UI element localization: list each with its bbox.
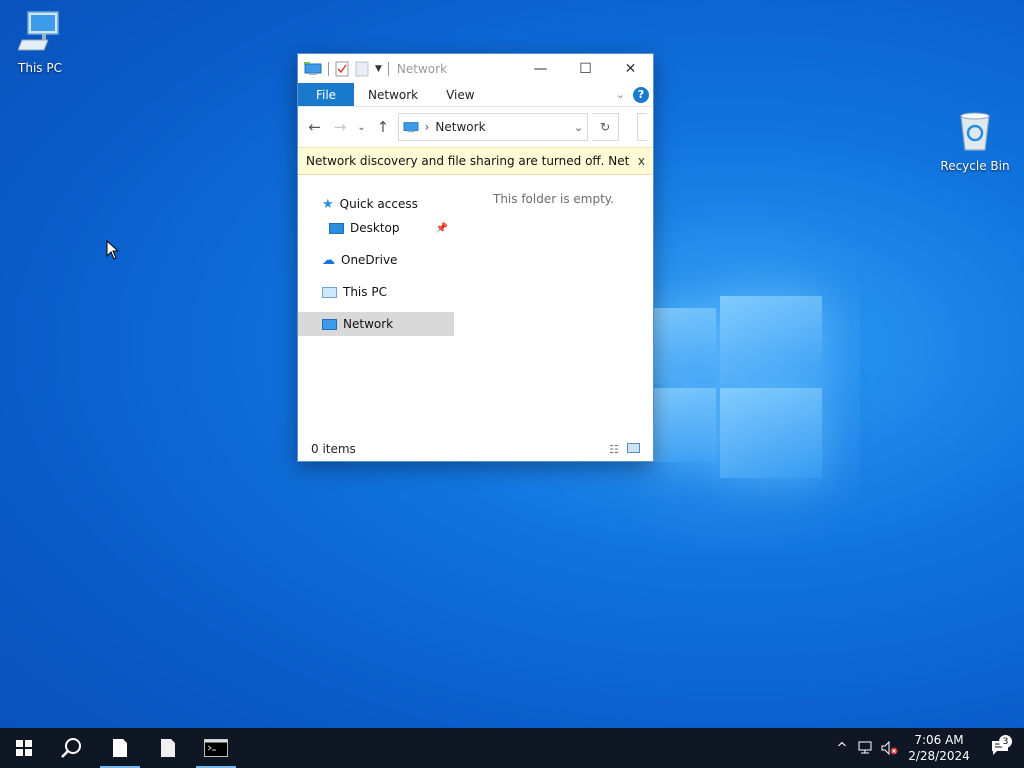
desktop-icon-this-pc[interactable]: This PC [0, 10, 80, 75]
cloud-icon: ☁ [322, 252, 335, 268]
toolbar-separator [387, 61, 389, 76]
volume-muted-icon[interactable] [878, 741, 902, 755]
clock-date: 2/28/2024 [908, 749, 970, 763]
nav-item-network[interactable]: Network [298, 312, 454, 336]
desktop-icon-label: This PC [18, 61, 62, 75]
terminal-icon [204, 739, 228, 757]
computer-icon [322, 286, 337, 298]
nav-item-label: OneDrive [341, 253, 398, 267]
address-path[interactable]: Network [435, 120, 567, 134]
address-dropdown-icon[interactable]: ⌄ [574, 121, 583, 134]
file-list-pane[interactable]: This folder is empty. [454, 176, 653, 435]
address-bar[interactable]: › Network ⌄ [397, 113, 589, 141]
pin-icon: 📌 [435, 222, 448, 234]
mouse-cursor-icon [106, 240, 120, 260]
search-box[interactable] [637, 113, 647, 141]
close-button[interactable]: ✕ [608, 54, 653, 83]
breadcrumb-chevron-icon[interactable]: › [425, 120, 430, 134]
expand-ribbon-chevron-icon[interactable]: ⌄ [616, 88, 625, 101]
ribbon-tabs: File Network View ⌄ ? [298, 83, 653, 107]
large-icons-view-icon[interactable] [627, 442, 640, 453]
search-icon [61, 738, 81, 758]
item-count: 0 items [311, 442, 356, 456]
recent-locations-button[interactable]: ⌄ [355, 116, 369, 138]
search-button[interactable] [48, 728, 96, 768]
quick-access-toolbar: ▼ [304, 61, 389, 77]
nav-item-desktop[interactable]: Desktop 📌 [298, 216, 454, 240]
properties-icon[interactable] [335, 61, 349, 77]
empty-folder-message: This folder is empty. [493, 192, 614, 206]
nav-item-label: Network [343, 317, 394, 331]
nav-item-label: Quick access [339, 197, 418, 211]
desktop-folder-icon [329, 222, 344, 234]
forward-button[interactable]: → [329, 116, 350, 138]
infobar-close-button[interactable]: x [638, 154, 645, 168]
nav-item-quick-access[interactable]: ★ Quick access [298, 192, 454, 216]
network-status-icon[interactable] [854, 741, 878, 755]
network-discovery-infobar[interactable]: Network discovery and file sharing are t… [298, 147, 653, 175]
network-icon [403, 122, 419, 133]
tab-file[interactable]: File [298, 83, 354, 106]
show-hidden-icons-chevron-icon[interactable]: ^ [830, 741, 854, 756]
nav-item-this-pc[interactable]: This PC [298, 280, 454, 304]
document-icon [113, 739, 127, 757]
network-icon [322, 318, 337, 330]
help-icon[interactable]: ? [633, 86, 649, 103]
taskbar-app-command-prompt[interactable] [192, 728, 240, 768]
up-button[interactable]: ↑ [372, 116, 393, 138]
tab-network[interactable]: Network [354, 83, 432, 106]
taskbar-clock[interactable]: 7:06 AM 2/28/2024 [902, 732, 976, 764]
customize-toolbar-dropdown-icon[interactable]: ▼ [375, 64, 382, 74]
navigation-bar: ← → ⌄ ↑ › Network ⌄ ↻ [298, 107, 653, 147]
infobar-message[interactable]: Network discovery and file sharing are t… [306, 154, 630, 168]
star-icon: ★ [322, 196, 334, 212]
content-area: ★ Quick access Desktop 📌 ☁ OneDrive This… [298, 176, 653, 435]
computer-icon [17, 11, 59, 51]
new-folder-icon[interactable] [355, 61, 369, 77]
network-icon [304, 61, 322, 75]
back-button[interactable]: ← [304, 116, 325, 138]
system-tray: ^ 7:06 AM 2/28/2024 3 [830, 728, 1024, 768]
nav-item-label: Desktop [350, 221, 400, 235]
maximize-button[interactable]: ☐ [563, 54, 608, 83]
toolbar-separator [328, 61, 329, 76]
clock-time: 7:06 AM [914, 733, 964, 747]
title-bar[interactable]: ▼ Network — ☐ ✕ [298, 54, 653, 83]
windows-logo-wallpaper [650, 290, 825, 480]
recycle-bin-icon [960, 112, 990, 151]
explorer-window[interactable]: ▼ Network — ☐ ✕ File Network View ⌄ ? ← … [297, 53, 654, 462]
refresh-button[interactable]: ↻ [592, 113, 620, 141]
window-title: Network [396, 61, 448, 76]
action-center-button[interactable]: 3 [976, 735, 1024, 756]
details-view-icon[interactable]: ☷ [609, 443, 619, 456]
taskbar-app-document-2[interactable] [144, 728, 192, 768]
taskbar-app-document-1[interactable] [96, 728, 144, 768]
document-icon [161, 739, 175, 757]
status-bar: 0 items ☷ [298, 437, 653, 461]
tab-view[interactable]: View [432, 83, 488, 106]
windows-start-icon [16, 740, 32, 756]
nav-item-label: This PC [343, 285, 387, 299]
nav-item-onedrive[interactable]: ☁ OneDrive [298, 248, 454, 272]
desktop-icon-recycle-bin[interactable]: Recycle Bin [935, 108, 1015, 173]
minimize-button[interactable]: — [518, 54, 563, 83]
desktop-icon-label: Recycle Bin [940, 159, 1010, 173]
navigation-pane: ★ Quick access Desktop 📌 ☁ OneDrive This… [298, 176, 454, 435]
start-button[interactable] [0, 728, 48, 768]
taskbar: ^ 7:06 AM 2/28/2024 3 [0, 728, 1024, 768]
notification-badge: 3 [999, 735, 1012, 748]
